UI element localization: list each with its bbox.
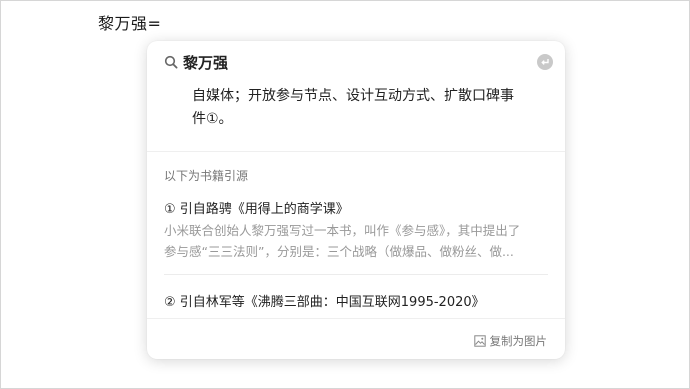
source-item-1-title[interactable]: ① 引自路骋《用得上的商学课》 bbox=[164, 198, 349, 217]
copy-label: 复制为图片 bbox=[489, 334, 548, 348]
source-item-2-title[interactable]: ② 引自林军等《沸腾三部曲：中国互联网1995-2020》 bbox=[164, 291, 485, 310]
definition-text: 自媒体；开放参与节点、设计互动方式、扩散口碑事 件①。 bbox=[192, 85, 547, 131]
search-icon bbox=[164, 55, 178, 69]
lookup-popup: 黎万强 自媒体；开放参与节点、设计互动方式、扩散口碑事 件①。 以下为书籍引源 … bbox=[147, 41, 565, 359]
enter-icon[interactable] bbox=[537, 54, 553, 70]
snippet-line-1: 小米联合创始人黎万强写过一本书，叫作《参与感》，其中提出了 bbox=[164, 223, 521, 238]
copy-as-image-button[interactable]: 复制为图片 bbox=[473, 333, 548, 349]
footer-divider bbox=[147, 318, 565, 319]
search-query[interactable]: 黎万强 bbox=[183, 52, 228, 73]
source-item-1-snippet: 小米联合创始人黎万强写过一本书，叫作《参与感》，其中提出了 参与感“三三法则”，… bbox=[164, 220, 546, 262]
definition-line-1: 自媒体；开放参与节点、设计互动方式、扩散口碑事 bbox=[192, 88, 514, 104]
definition-line-2: 件①。 bbox=[192, 111, 233, 127]
search-row[interactable]: 黎万强 bbox=[147, 41, 565, 83]
source-separator bbox=[164, 274, 548, 275]
snippet-line-2: 参与感“三三法则”，分别是：三个战略（做爆品、做粉丝、做... bbox=[164, 244, 514, 259]
image-icon bbox=[473, 335, 486, 347]
section-divider bbox=[147, 151, 565, 152]
document-text: 黎万强= bbox=[98, 14, 162, 33]
sources-header: 以下为书籍引源 bbox=[164, 169, 249, 183]
